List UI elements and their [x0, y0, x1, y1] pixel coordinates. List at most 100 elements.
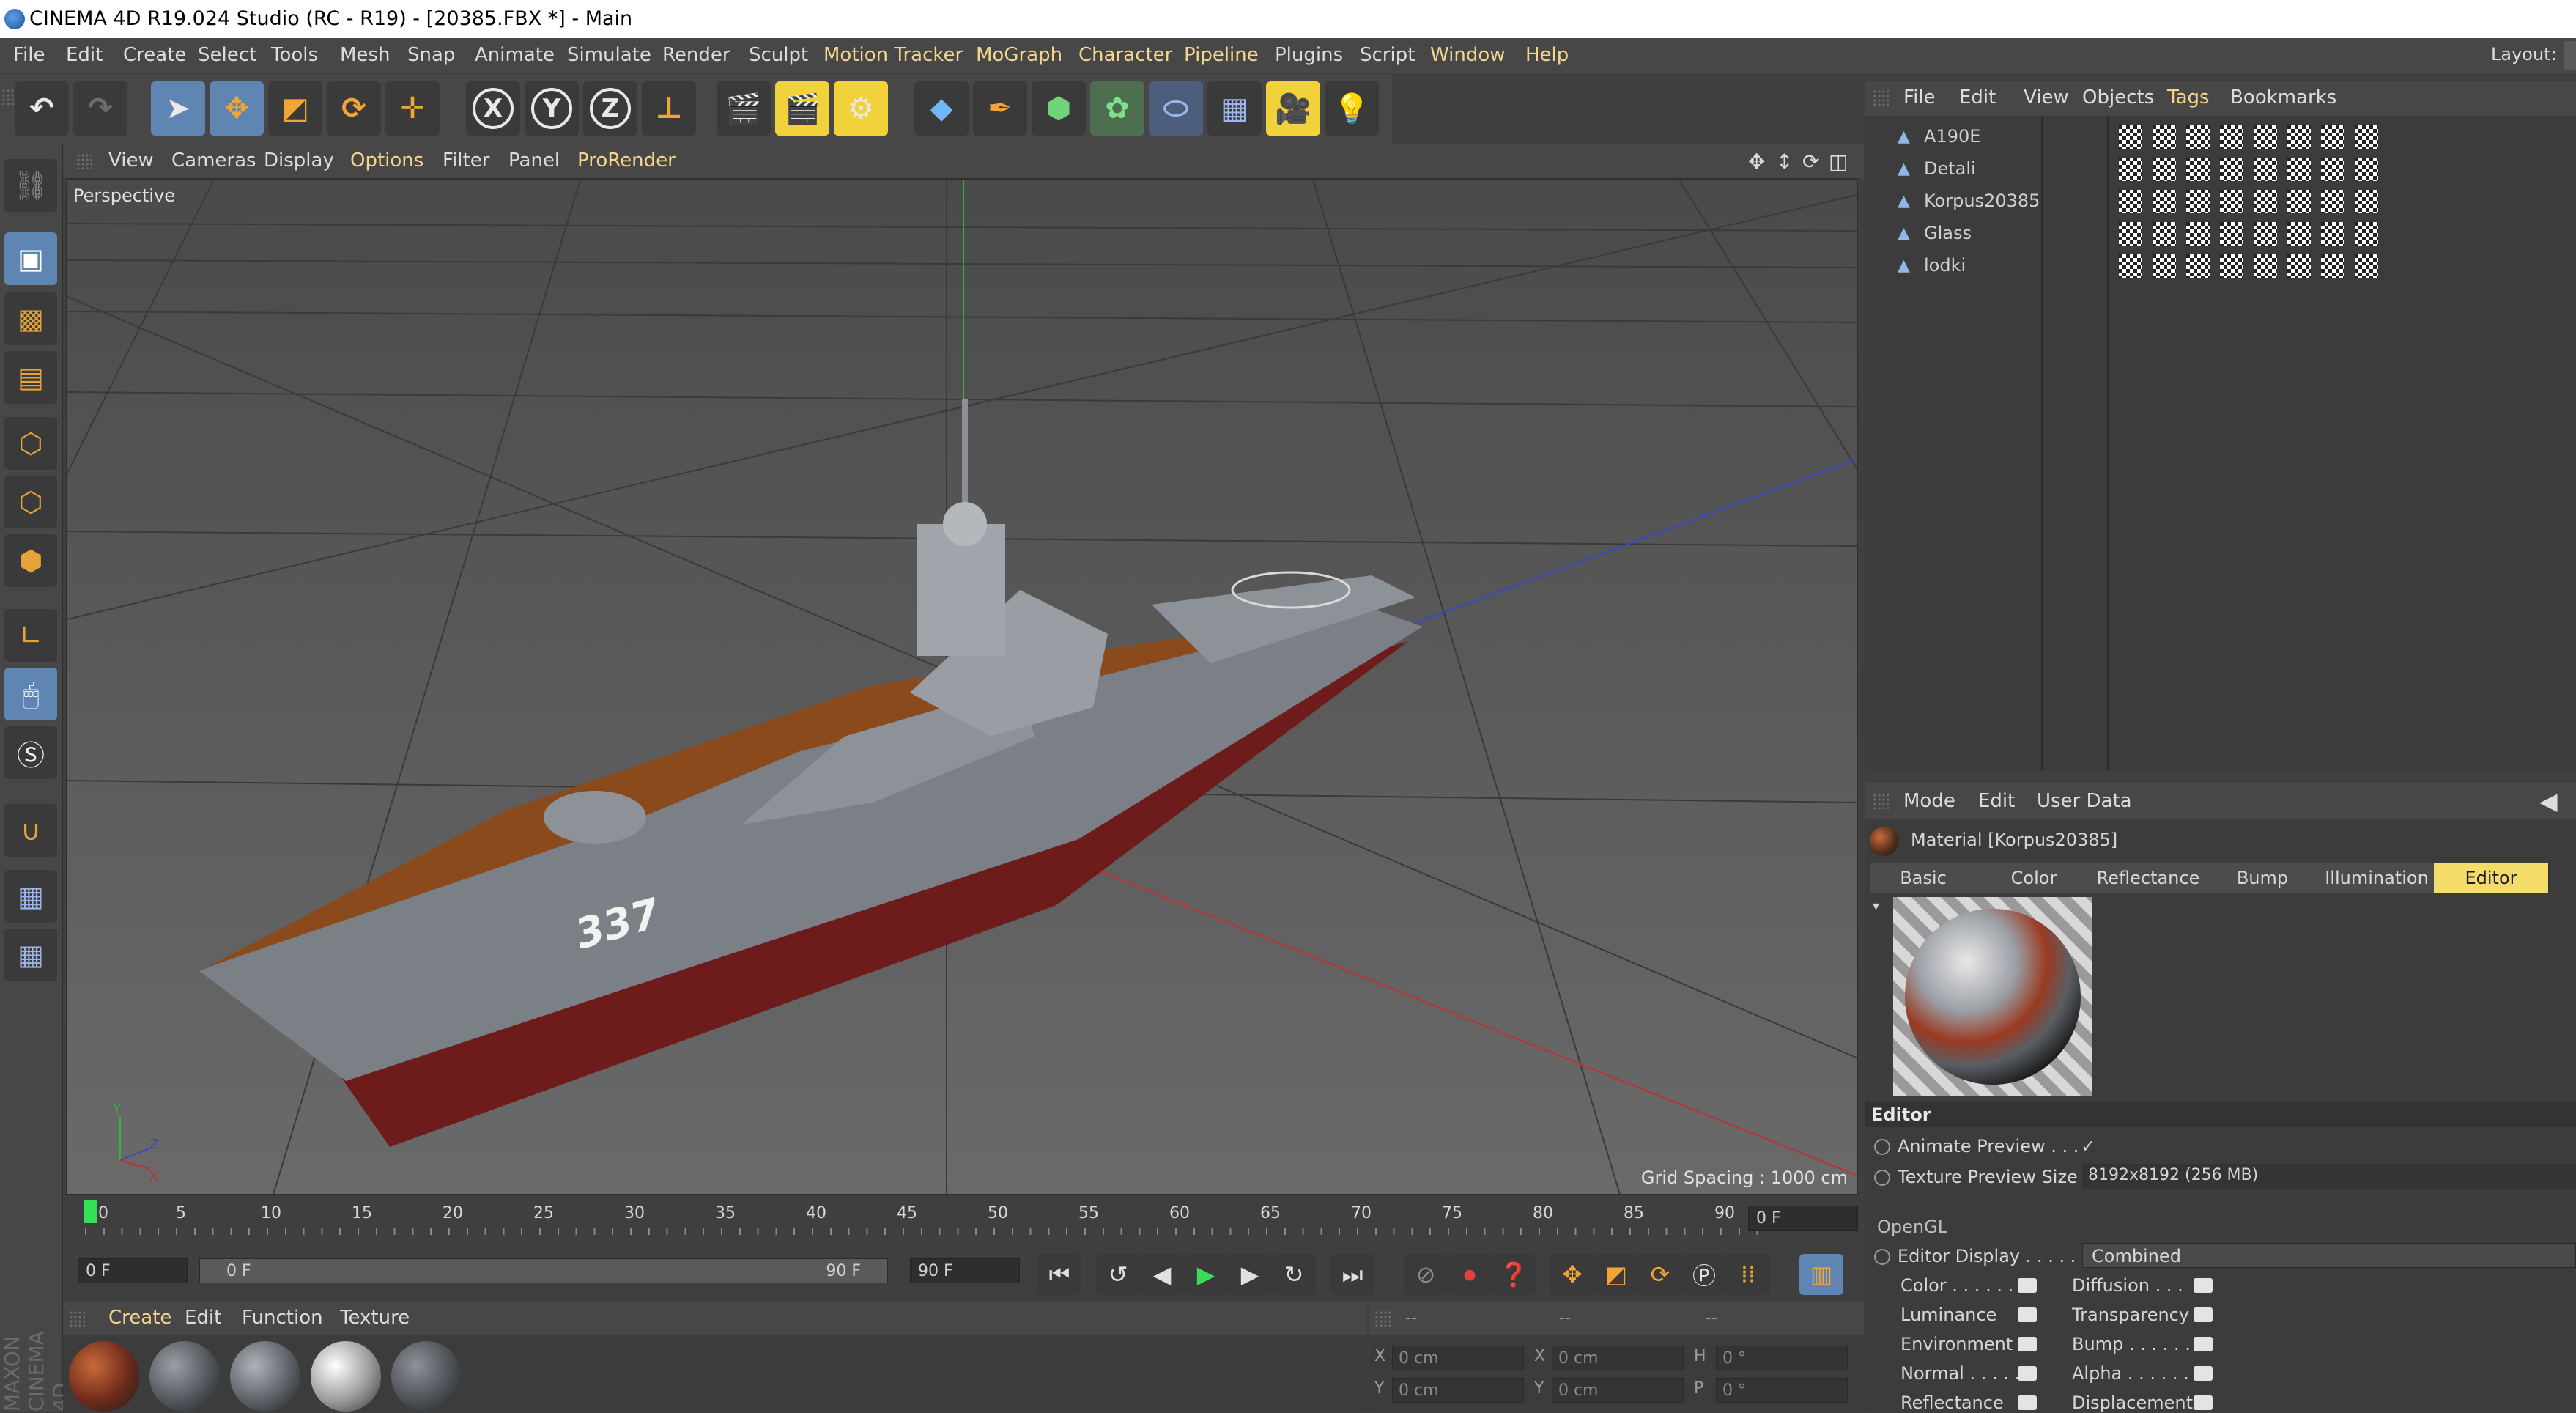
tab-bump[interactable]: Bump [2205, 863, 2320, 893]
points-mode-icon[interactable]: ⬡ [4, 417, 57, 470]
texture-tag-icon[interactable] [2254, 254, 2277, 278]
texture-tag-icon[interactable] [2153, 190, 2176, 213]
range-slider[interactable]: 0 F 90 F [199, 1258, 888, 1283]
undo-icon[interactable]: ↶ [15, 81, 69, 136]
material-swatch-detali[interactable] [149, 1341, 220, 1412]
cube-icon[interactable]: ◆ [914, 81, 969, 136]
visibility-eye-icon[interactable] [2194, 1278, 2213, 1293]
menu-character[interactable]: Character [1078, 44, 1172, 66]
cloner-icon[interactable]: ✿ [1090, 81, 1144, 136]
viewport-maximize-icon[interactable]: ◫ [1829, 150, 1848, 174]
menu-snap[interactable]: Snap [407, 44, 455, 66]
start-frame-field[interactable]: 0 F [78, 1258, 188, 1283]
workplane-lock-icon[interactable]: ▦ [4, 870, 57, 923]
attribute-menu-user-data[interactable]: User Data [2037, 790, 2132, 812]
animate-preview-radio[interactable] [1874, 1139, 1890, 1155]
viewport-gripper[interactable] [76, 153, 92, 169]
material-swatch-lodki[interactable] [391, 1341, 462, 1412]
z-axis-icon[interactable]: Z [583, 81, 637, 136]
go-to-end-icon[interactable]: ⏭ [1330, 1254, 1374, 1295]
layout-dropdown[interactable] [2564, 41, 2576, 70]
menu-simulate[interactable]: Simulate [567, 44, 651, 66]
menu-script[interactable]: Script [1360, 44, 1415, 66]
menu-mesh[interactable]: Mesh [340, 44, 390, 66]
texture-mode-icon[interactable]: ▩ [4, 292, 57, 345]
menu-select[interactable]: Select [198, 44, 256, 66]
texture-tag-icon[interactable] [2153, 254, 2176, 278]
pen-icon[interactable]: ✒ [973, 81, 1027, 136]
collapse-triangle-icon[interactable]: ▾ [1873, 899, 1879, 914]
deformer-icon[interactable]: ⬭ [1149, 81, 1203, 136]
tab-editor[interactable]: Editor [2434, 863, 2549, 893]
texture-tag-icon[interactable] [2186, 190, 2210, 213]
viewport-menu-prorender[interactable]: ProRender [577, 150, 676, 171]
object-row[interactable]: ▲ Detali [1865, 152, 2576, 185]
record-keys-icon[interactable]: ⊘ [1404, 1254, 1448, 1295]
attribute-menu-edit[interactable]: Edit [1978, 790, 2015, 812]
object-menu-file[interactable]: File [1903, 86, 1936, 108]
viewport-rotate-icon[interactable]: ⟳ [1802, 150, 1819, 174]
viewport-menu-view[interactable]: View [108, 150, 154, 171]
editor-display-dropdown[interactable]: Combined [2082, 1243, 2576, 1268]
texture-tag-icon[interactable] [2355, 190, 2378, 213]
render-view-icon[interactable]: 🎬 [717, 81, 771, 136]
object-menu-bookmarks[interactable]: Bookmarks [2230, 86, 2336, 108]
render-picture-viewer-icon[interactable]: 🎬 [775, 81, 829, 136]
object-row[interactable]: ▲ Glass [1865, 217, 2576, 249]
coordinates-gripper[interactable] [1374, 1310, 1391, 1327]
key-position-icon[interactable]: ✥ [1550, 1254, 1594, 1295]
make-editable-icon[interactable]: ⛓ [4, 159, 57, 212]
visibility-eye-icon[interactable] [2018, 1278, 2037, 1293]
menu-motion-tracker[interactable]: Motion Tracker [823, 44, 963, 66]
material-menu-texture[interactable]: Texture [340, 1307, 410, 1329]
coordinate-system-icon[interactable]: ⊥ [642, 81, 696, 136]
material-menu-function[interactable]: Function [242, 1307, 323, 1329]
texture-tag-icon[interactable] [2321, 254, 2344, 278]
x-axis-icon[interactable]: X [466, 81, 520, 136]
tab-illumination[interactable]: Illumination [2320, 863, 2435, 893]
menu-edit[interactable]: Edit [66, 44, 103, 66]
menu-help[interactable]: Help [1525, 44, 1569, 66]
viewport-menu-panel[interactable]: Panel [508, 150, 560, 171]
material-menu-edit[interactable]: Edit [185, 1307, 221, 1329]
autokey-icon[interactable]: ⏺ [1448, 1254, 1492, 1295]
visibility-eye-icon[interactable] [2018, 1337, 2037, 1351]
object-row[interactable]: ▲ lodki [1865, 249, 2576, 281]
texture-tag-icon[interactable] [2287, 190, 2311, 213]
texture-tag-icon[interactable] [2254, 222, 2277, 246]
material-swatch-korpus20385[interactable] [230, 1341, 300, 1412]
viewport-menu-filter[interactable]: Filter [443, 150, 489, 171]
attribute-menu-mode[interactable]: Mode [1903, 790, 1955, 812]
object-row[interactable]: ▲ Korpus20385 [1865, 185, 2576, 217]
visibility-eye-icon[interactable] [2194, 1395, 2213, 1410]
timeline-window-icon[interactable]: ▥ [1799, 1254, 1843, 1295]
menu-plugins[interactable]: Plugins [1275, 44, 1343, 66]
visibility-eye-icon[interactable] [2018, 1366, 2037, 1381]
select-icon[interactable]: ➤ [151, 81, 205, 136]
visibility-eye-icon[interactable] [2194, 1366, 2213, 1381]
menu-tools[interactable]: Tools [271, 44, 318, 66]
menu-window[interactable]: Window [1430, 44, 1506, 66]
tab-color[interactable]: Color [1977, 863, 2092, 893]
object-menu-objects[interactable]: Objects [2082, 86, 2154, 108]
texture-tag-icon[interactable] [2220, 222, 2243, 246]
viewport-menu-options[interactable]: Options [350, 150, 423, 171]
texture-tag-icon[interactable] [2153, 222, 2176, 246]
texture-tag-icon[interactable] [2220, 190, 2243, 213]
timeline-ruler[interactable]: 0 5 10 15 20 25 30 35 40 45 50 55 60 65 … [63, 1197, 1864, 1242]
p-rotation-field[interactable]: 0 ° [1716, 1378, 1848, 1403]
object-menu-edit[interactable]: Edit [1959, 86, 1996, 108]
y-axis-icon[interactable]: Y [525, 81, 579, 136]
previous-frame-icon[interactable]: ◀ [1140, 1254, 1184, 1295]
key-scale-icon[interactable]: ◩ [1594, 1254, 1638, 1295]
texture-tag-icon[interactable] [2153, 125, 2176, 149]
visibility-eye-icon[interactable] [2194, 1307, 2213, 1322]
light-icon[interactable]: 💡 [1325, 81, 1379, 136]
texture-tag-icon[interactable] [2287, 222, 2311, 246]
menu-render[interactable]: Render [662, 44, 730, 66]
tab-basic[interactable]: Basic [1870, 863, 1977, 893]
menu-mograph[interactable]: MoGraph [976, 44, 1062, 66]
texture-tag-icon[interactable] [2220, 254, 2243, 278]
workplane-icon[interactable]: ▤ [4, 351, 57, 404]
floor-icon[interactable]: ▦ [1207, 81, 1262, 136]
